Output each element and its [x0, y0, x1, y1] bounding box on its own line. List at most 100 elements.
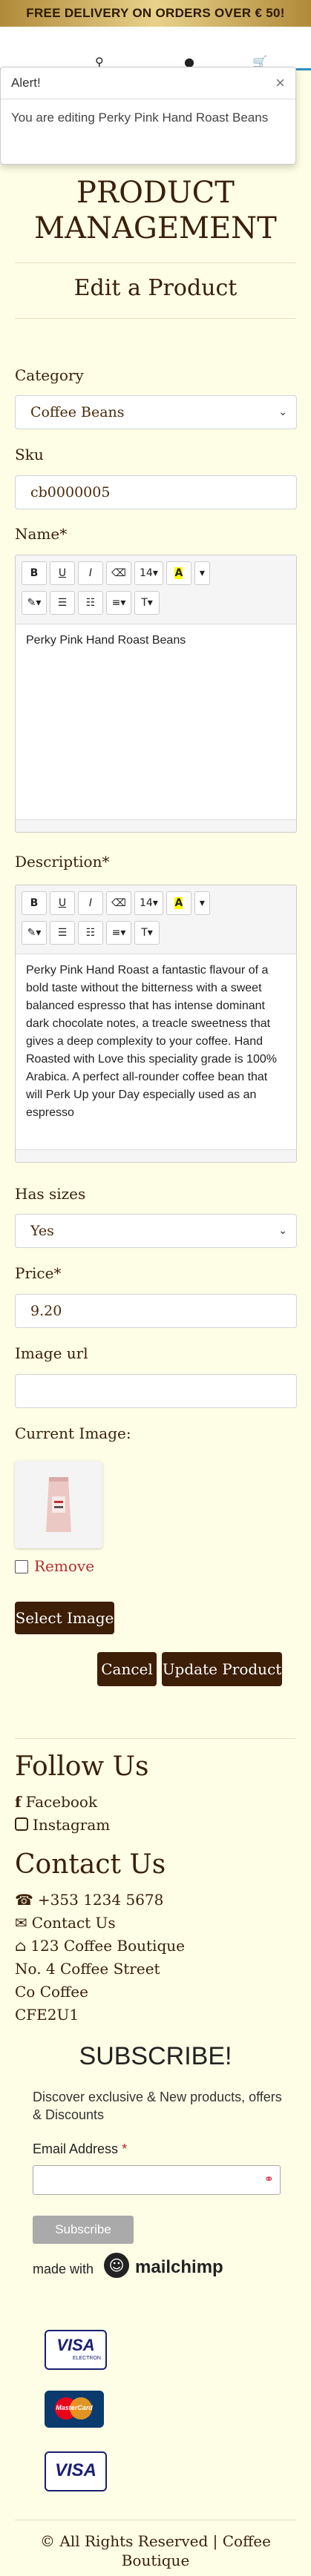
editor-toolbar-row: ✎ ▾ ☰ ☷ ≡ ▾ T ▾ — [22, 921, 160, 945]
delivery-banner: FREE DELIVERY ON ORDERS OVER € 50! — [0, 0, 311, 27]
visa-card: VISA — [45, 2451, 107, 2491]
editor-toolbar-row: B U I ⌫ 14 ▾ A ▾ — [22, 891, 210, 915]
address-line2: No. 4 Coffee Street — [15, 1960, 160, 1978]
underline-button[interactable]: U — [50, 561, 75, 585]
text-style-icon[interactable]: T ▾ — [134, 591, 160, 615]
bold-button[interactable]: B — [22, 891, 47, 915]
color-dropdown[interactable]: ▾ — [194, 891, 210, 915]
contact-link[interactable]: ✉ Contact Us — [15, 1914, 116, 1932]
alert-title: Alert! — [11, 76, 41, 90]
coffee-bag-icon — [46, 1477, 71, 1532]
product-image — [15, 1461, 102, 1548]
text-style-icon[interactable]: T ▾ — [134, 921, 160, 945]
sku-input[interactable]: cb0000005 — [15, 475, 297, 509]
numbered-list-icon[interactable]: ☷ — [78, 921, 103, 945]
color-dropdown[interactable]: ▾ — [194, 561, 210, 585]
envelope-icon: ✉ — [15, 1914, 27, 1932]
italic-button[interactable]: I — [78, 891, 103, 915]
font-size-value: 14 — [140, 567, 153, 579]
category-label: Category — [15, 366, 84, 384]
magic-icon[interactable]: ✎ ▾ — [22, 921, 47, 945]
divider — [15, 1738, 296, 1739]
cancel-button[interactable]: Cancel — [97, 1652, 157, 1686]
visa-text: VISA — [54, 2460, 96, 2480]
text-style-glyph: T — [141, 597, 148, 609]
has-sizes-select[interactable]: Yes ⌄ — [15, 1214, 297, 1248]
name-label: Name* — [15, 525, 68, 543]
page-title: PRODUCT MANAGEMENT — [0, 175, 311, 246]
select-image-button[interactable]: Select Image — [15, 1602, 114, 1634]
email-label-text: Email Address — [33, 2141, 119, 2156]
remove-checkbox[interactable] — [15, 1560, 28, 1573]
text-style-glyph: T — [141, 927, 148, 939]
divider — [15, 262, 296, 263]
category-value: Coffee Beans — [30, 404, 125, 420]
italic-button[interactable]: I — [78, 561, 103, 585]
mastercard-text: MasterCard — [56, 2404, 93, 2411]
numbered-list-icon[interactable]: ☷ — [78, 591, 103, 615]
bullet-list-icon[interactable]: ☰ — [50, 591, 75, 615]
facebook-icon: f — [15, 1793, 22, 1811]
magic-glyph: ✎ — [27, 597, 36, 609]
eraser-icon[interactable]: ⌫ — [106, 891, 131, 915]
facebook-label: Facebook — [25, 1793, 98, 1811]
price-label: Price* — [15, 1264, 62, 1282]
align-icon[interactable]: ≡ ▾ — [106, 921, 131, 945]
description-label: Description* — [15, 853, 110, 871]
close-icon[interactable]: × — [275, 73, 285, 93]
visa-electron-card: VISA ELECTRON — [45, 2330, 107, 2370]
category-select[interactable]: Coffee Beans ⌄ — [15, 395, 297, 429]
text-color-button[interactable]: A — [166, 891, 191, 915]
made-with-text: made with — [33, 2262, 94, 2276]
instagram-icon — [15, 1817, 28, 1831]
address-line1-text: 123 Coffee Boutique — [30, 1937, 185, 1955]
magic-icon[interactable]: ✎ ▾ — [22, 591, 47, 615]
align-glyph: ≡ — [111, 927, 121, 939]
description-editor-area[interactable]: Perky Pink Hand Roast a fantastic flavou… — [16, 954, 296, 1150]
name-editor: B U I ⌫ 14 ▾ A ▾ ✎ ▾ ☰ ☷ ≡ ▾ T ▾ Perky Pink … — [15, 555, 297, 833]
phone-link[interactable]: ☎ +353 1234 5678 — [15, 1891, 163, 1909]
bold-button[interactable]: B — [22, 561, 47, 585]
text-color-label: A — [174, 897, 183, 909]
address-line4: CFE2U1 — [15, 2006, 79, 2024]
text-color-label: A — [174, 567, 183, 579]
page-title-line1: PRODUCT — [76, 176, 235, 210]
name-editor-area[interactable]: Perky Pink Hand Roast Beans — [16, 624, 296, 820]
alert-header: Alert! × — [1, 67, 295, 99]
has-sizes-value: Yes — [30, 1223, 54, 1239]
mailchimp-icon: ☺ — [104, 2253, 129, 2278]
chevron-down-icon: ⌄ — [278, 406, 287, 418]
address-line3: Co Coffee — [15, 1983, 88, 2001]
remove-label: Remove — [34, 1557, 95, 1575]
description-editor: B U I ⌫ 14 ▾ A ▾ ✎ ▾ ☰ ☷ ≡ ▾ T ▾ Perky Pink … — [15, 885, 297, 1163]
navbar: ⚲ ● 🛒 — [0, 27, 311, 70]
font-size-dropdown[interactable]: 14 ▾ — [134, 891, 163, 915]
image-url-label: Image url — [15, 1344, 88, 1362]
home-icon: ⌂ — [15, 1937, 27, 1955]
copyright: © All Rights Reserved | Coffee Boutique — [0, 2532, 311, 2570]
font-size-dropdown[interactable]: 14 ▾ — [134, 561, 163, 585]
alert-toast: Alert! × You are editing Perky Pink Hand… — [0, 67, 296, 165]
follow-title: Follow Us — [15, 1751, 149, 1782]
email-input[interactable]: ⚭ — [33, 2165, 281, 2195]
bullet-list-icon[interactable]: ☰ — [50, 921, 75, 945]
price-input[interactable]: 9.20 — [15, 1294, 297, 1328]
electron-text: ELECTRON — [72, 2356, 101, 2361]
text-color-button[interactable]: A — [166, 561, 191, 585]
editor-toolbar-row: B U I ⌫ 14 ▾ A ▾ — [22, 561, 210, 585]
underline-button[interactable]: U — [50, 891, 75, 915]
page-title-line2: MANAGEMENT — [34, 211, 277, 245]
update-product-button[interactable]: Update Product — [162, 1652, 282, 1686]
image-url-input[interactable] — [15, 1374, 297, 1408]
contact-link-label: Contact Us — [31, 1914, 116, 1932]
editor-toolbar-row: ✎ ▾ ☰ ☷ ≡ ▾ T ▾ — [22, 591, 160, 615]
instagram-label: Instagram — [33, 1816, 111, 1834]
eraser-icon[interactable]: ⌫ — [106, 561, 131, 585]
instagram-link[interactable]: Instagram — [15, 1816, 110, 1834]
subscribe-button[interactable]: Subscribe — [33, 2216, 134, 2244]
facebook-link[interactable]: f Facebook — [15, 1793, 97, 1811]
align-icon[interactable]: ≡ ▾ — [106, 591, 131, 615]
banner-text: FREE DELIVERY ON ORDERS OVER € 50! — [26, 6, 285, 20]
alert-message: You are editing Perky Pink Hand Roast Be… — [11, 110, 269, 125]
sku-label: Sku — [15, 446, 44, 463]
